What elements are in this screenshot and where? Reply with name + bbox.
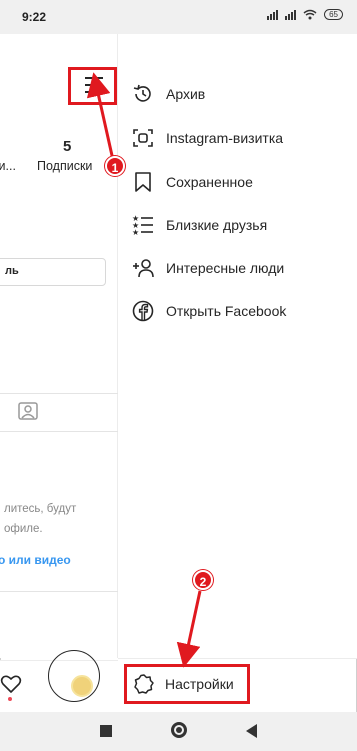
nametag-icon (133, 129, 153, 147)
tagged-photos-icon[interactable] (17, 400, 39, 422)
edit-profile-button[interactable]: ль (0, 258, 106, 286)
status-icons: 65 (267, 9, 343, 20)
system-nav-bar (0, 712, 357, 751)
drawer-item-archive[interactable]: Архив (132, 82, 205, 106)
drawer-item-discover-people[interactable]: Интересные люди (132, 256, 284, 280)
back-icon[interactable] (246, 724, 257, 738)
drawer-item-saved[interactable]: Сохраненное (132, 170, 253, 194)
signal-icon (267, 9, 279, 20)
section-divider (0, 591, 118, 592)
gear-icon (134, 674, 154, 694)
wifi-icon (303, 9, 317, 20)
following-count: 5 (63, 138, 72, 155)
add-person-icon (133, 259, 154, 278)
archive-history-icon (133, 84, 151, 102)
drawer-item-nametag[interactable]: Instagram-визитка (132, 126, 283, 150)
bookmark-icon (135, 172, 151, 192)
tabs-divider-bottom (0, 431, 118, 432)
followers-label: чи... (0, 159, 16, 173)
hamburger-menu-button[interactable] (68, 67, 117, 105)
drawer-item-close-friends[interactable]: ★ ★ ★ Близкие друзья (132, 213, 267, 237)
notification-dot (8, 697, 12, 701)
status-time: 9:22 (22, 10, 47, 24)
svg-text:★: ★ (132, 228, 139, 236)
step-badge-2: 2 (193, 570, 213, 590)
heart-icon[interactable] (0, 673, 22, 695)
drawer-item-label: Открыть Facebook (166, 303, 287, 319)
settings-button[interactable]: Настройки (124, 664, 250, 704)
bottom-divider (118, 658, 357, 659)
drawer-item-label: Интересные люди (166, 260, 285, 276)
drawer-item-label: Instagram-визитка (166, 130, 284, 146)
add-photo-video-link[interactable]: о или видео (0, 553, 71, 567)
drawer-item-label: Сохраненное (166, 174, 253, 190)
profile-pane: 5 чи... Подписки ль литесь, будут офиле.… (0, 34, 118, 658)
settings-label: Настройки (165, 676, 234, 692)
battery-icon: 65 (324, 9, 343, 20)
empty-hint-line1: литесь, будут (4, 503, 77, 515)
step-badge-1: 1 (105, 156, 125, 176)
side-drawer: Архив Instagram-визитка Сохраненное ★ ★ ★ … (118, 34, 357, 658)
signal-2-icon (285, 9, 297, 20)
drawer-item-label: Близкие друзья (166, 217, 268, 233)
following-label[interactable]: Подписки (37, 159, 92, 173)
home-icon[interactable] (171, 722, 187, 738)
story-circle-button[interactable] (48, 650, 100, 702)
facebook-icon (132, 300, 154, 322)
tabs-divider (0, 393, 118, 394)
status-bar: 9:22 65 (0, 0, 357, 34)
recent-apps-icon[interactable] (100, 725, 112, 737)
close-friends-list-icon: ★★★ (132, 214, 153, 236)
drawer-item-open-facebook[interactable]: Открыть Facebook (132, 299, 286, 323)
drawer-item-label: Архив (166, 86, 206, 102)
empty-hint-line2: офиле. (4, 523, 43, 535)
